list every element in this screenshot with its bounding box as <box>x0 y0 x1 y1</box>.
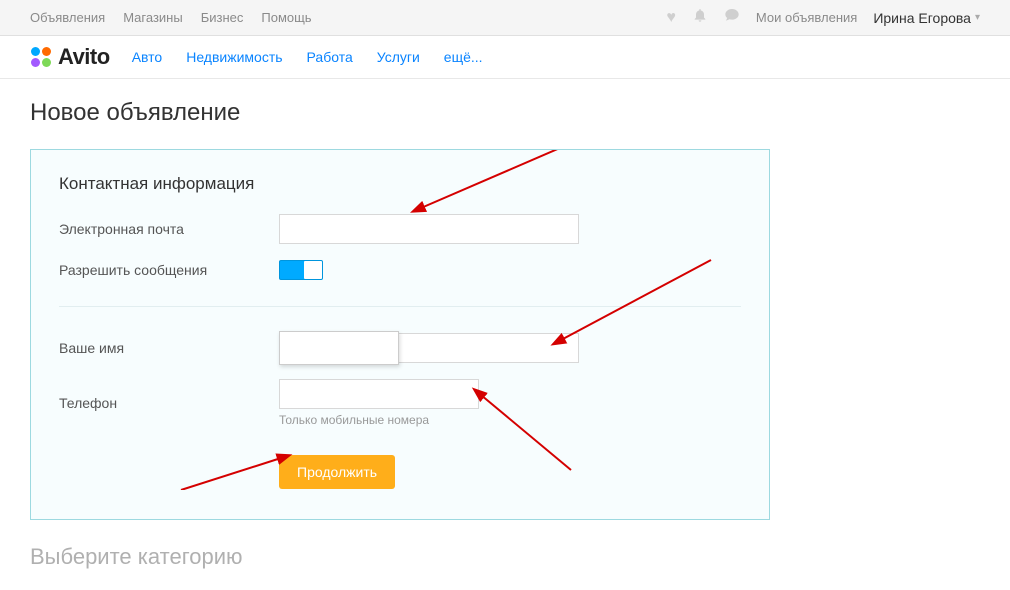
phone-hint: Только мобильные номера <box>279 413 479 427</box>
phone-input[interactable] <box>279 379 479 409</box>
continue-button[interactable]: Продолжить <box>279 455 395 489</box>
logo-icon <box>30 46 52 68</box>
email-input[interactable] <box>279 214 579 244</box>
topnav-link-listings[interactable]: Объявления <box>30 10 105 25</box>
section-title: Контактная информация <box>59 174 741 194</box>
catnav-auto[interactable]: Авто <box>132 49 163 65</box>
contact-form-box: Контактная информация Электронная почта … <box>30 149 770 520</box>
my-ads-link[interactable]: Мои объявления <box>756 10 857 25</box>
messages-label: Разрешить сообщения <box>59 262 279 278</box>
catnav-realty[interactable]: Недвижимость <box>186 49 282 65</box>
topbar-right: ♥ Мои объявления Ирина Егорова ▾ <box>666 7 980 28</box>
user-menu[interactable]: Ирина Егорова ▾ <box>873 10 980 26</box>
annotation-arrows <box>31 150 771 490</box>
email-label: Электронная почта <box>59 221 279 237</box>
main-container: Новое объявление Контактная информация Э… <box>0 79 1010 590</box>
name-redaction-overlay <box>279 331 399 365</box>
topbar-left: Объявления Магазины Бизнес Помощь <box>30 10 312 25</box>
name-label: Ваше имя <box>59 340 279 356</box>
toggle-knob <box>304 261 322 279</box>
topnav-link-shops[interactable]: Магазины <box>123 10 183 25</box>
row-messages: Разрешить сообщения <box>59 260 741 280</box>
topnav-link-business[interactable]: Бизнес <box>201 10 244 25</box>
row-email: Электронная почта <box>59 214 741 244</box>
messages-toggle[interactable] <box>279 260 323 280</box>
page-title: Новое объявление <box>30 99 980 127</box>
phone-label: Телефон <box>59 395 279 411</box>
logo-text: Avito <box>58 44 110 70</box>
topnav-link-help[interactable]: Помощь <box>261 10 311 25</box>
category-nav: Авто Недвижимость Работа Услуги ещё... <box>132 49 483 65</box>
row-phone: Телефон Только мобильные номера <box>59 379 741 427</box>
heart-icon[interactable]: ♥ <box>666 9 676 27</box>
user-name: Ирина Егорова <box>873 10 971 26</box>
row-name: Ваше имя <box>59 333 741 363</box>
catnav-more[interactable]: ещё... <box>444 49 483 65</box>
chevron-down-icon: ▾ <box>975 12 980 23</box>
logo[interactable]: Avito <box>30 44 110 70</box>
chat-icon[interactable] <box>724 7 740 28</box>
divider <box>59 306 741 307</box>
section-category-title: Выберите категорию <box>30 544 980 570</box>
topbar: Объявления Магазины Бизнес Помощь ♥ Мои … <box>0 0 1010 36</box>
row-submit: Продолжить <box>59 455 741 489</box>
bell-icon[interactable] <box>692 7 708 28</box>
mainbar: Avito Авто Недвижимость Работа Услуги ещ… <box>0 36 1010 79</box>
catnav-services[interactable]: Услуги <box>377 49 420 65</box>
catnav-jobs[interactable]: Работа <box>307 49 353 65</box>
